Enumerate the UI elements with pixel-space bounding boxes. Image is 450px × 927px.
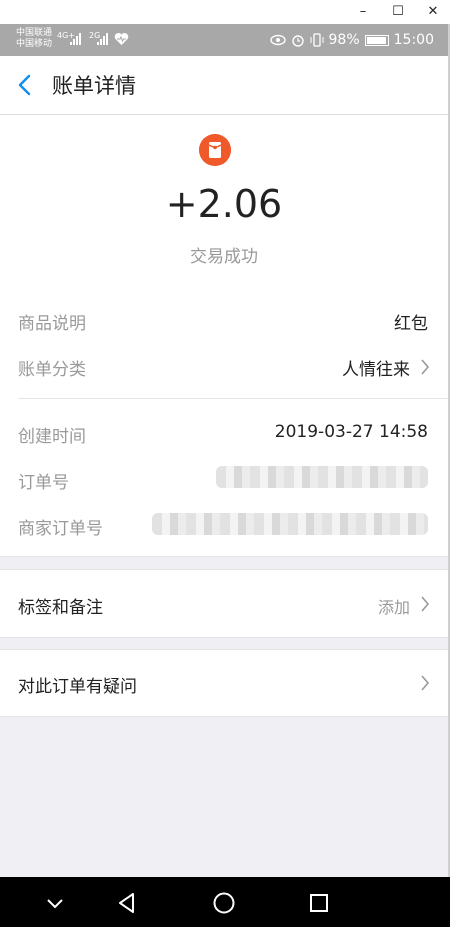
maximize-button[interactable]: ☐ [387,2,409,22]
category-label: 账单分类 [18,360,86,380]
carrier-info: 中国联通 中国移动 [16,28,52,50]
navigation-bar [0,877,450,927]
transaction-amount: +2.06 [165,182,283,226]
red-packet-icon [199,134,231,166]
close-button[interactable]: ✕ [422,2,444,22]
clock: 15:00 [393,32,434,48]
divider [18,398,448,399]
category-value: 人情往来 [342,360,410,380]
signal-icon-2 [97,33,108,45]
tags-and-notes-row[interactable]: 标签和备注 添加 [0,570,448,636]
question-label: 对此订单有疑问 [18,677,137,697]
back-arrow-icon[interactable] [14,73,38,97]
carrier-1: 中国联通 [16,28,53,38]
detail-row-created: 创建时间 2019-03-27 14:58 [0,418,448,448]
vibrate-icon [310,33,324,47]
app-header: 账单详情 [0,56,448,115]
created-label: 创建时间 [18,427,86,447]
carrier-2: 中国移动 [16,39,53,49]
created-value: 2019-03-27 14:58 [274,422,428,442]
chevron-right-icon [421,675,430,691]
order-question-row[interactable]: 对此订单有疑问 [0,650,448,715]
home-circle-icon[interactable] [211,890,237,916]
minimize-button[interactable]: – [352,2,374,22]
section-gap [0,637,448,650]
tags-label: 标签和备注 [18,598,103,618]
chevron-down-icon[interactable] [42,890,68,916]
alarm-icon [291,35,304,47]
status-bar: 中国联通 中国移动 4G+ 2G 98% 15:00 [0,24,448,56]
detail-row-category[interactable]: 账单分类 人情往来 [0,351,448,381]
product-value: 红包 [394,314,428,334]
signal-icon [70,33,81,45]
empty-background [0,716,448,878]
order-label: 订单号 [18,473,69,493]
page-title: 账单详情 [52,74,136,98]
section-gap [0,556,448,570]
detail-row-product: 商品说明 红包 [0,305,448,335]
chevron-right-icon [421,596,430,612]
status-right: 98% 15:00 [269,31,434,49]
chevron-right-icon [421,359,430,375]
order-number-redacted [216,466,428,488]
merchant-order-number-redacted [152,513,428,535]
transaction-status: 交易成功 [190,247,258,267]
battery-percent: 98% [328,32,360,48]
heart-health-icon [114,33,129,45]
recents-square-icon[interactable] [306,890,332,916]
eye-icon [269,34,286,46]
merchant-order-label: 商家订单号 [18,519,103,539]
window-titlebar: – ☐ ✕ [0,0,450,24]
battery-icon [364,34,389,46]
add-tag-link[interactable]: 添加 [378,594,410,618]
product-label: 商品说明 [18,314,86,334]
back-triangle-icon[interactable] [114,890,140,916]
